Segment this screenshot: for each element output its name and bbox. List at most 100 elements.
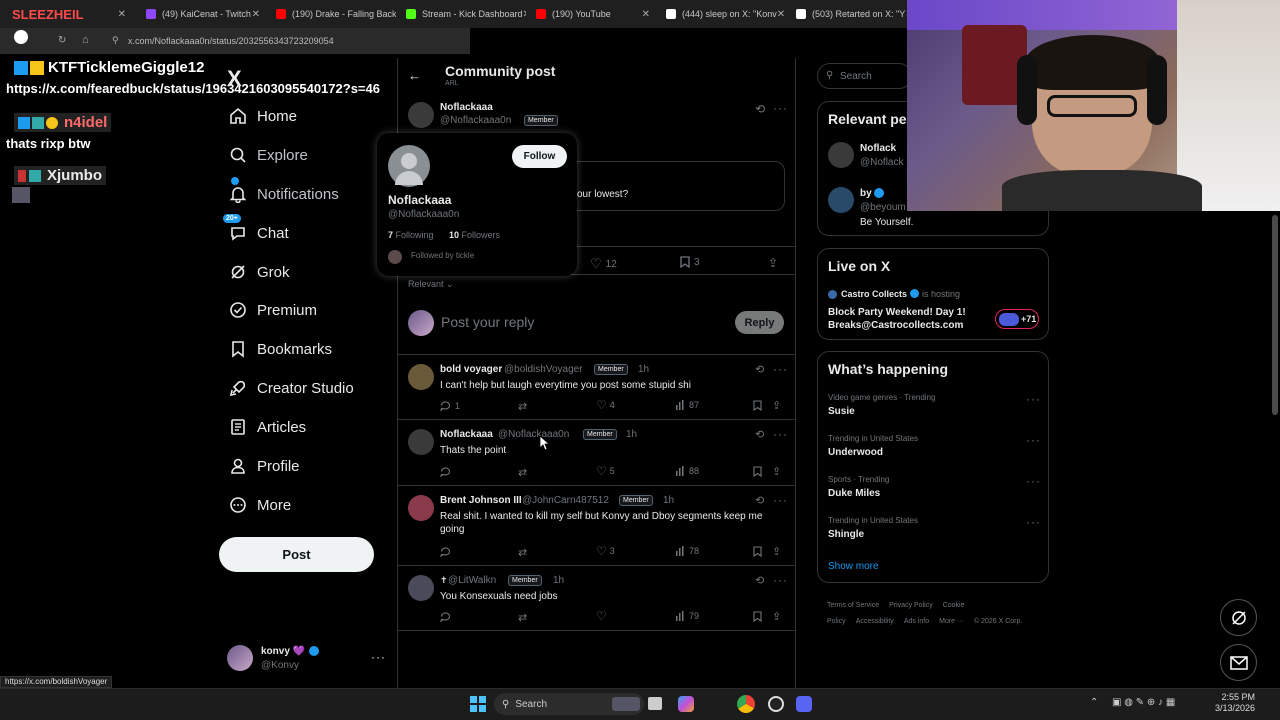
reply-views[interactable]: 88 [675, 466, 699, 476]
reply-avatar[interactable] [408, 575, 434, 601]
nav-item-bookmarks[interactable]: Bookmarks [227, 334, 332, 364]
reload-icon[interactable]: ↻ [58, 35, 66, 46]
share-icon[interactable]: ⇪ [772, 399, 781, 412]
account-more-icon[interactable]: ··· [371, 650, 386, 664]
relevant-avatar[interactable] [828, 187, 854, 213]
relevant-name[interactable]: by [860, 188, 872, 199]
live-event-title[interactable]: Block Party Weekend! Day 1! Breaks@Castr… [828, 306, 978, 332]
reply-time[interactable]: 1h [626, 429, 637, 440]
grok-icon[interactable]: ⟲ [755, 102, 765, 116]
page-scrollbar[interactable] [1272, 215, 1278, 415]
trend-more-icon[interactable]: ··· [1026, 392, 1041, 406]
reply-comment-button[interactable] [440, 611, 455, 622]
hovercard-handle[interactable]: @Noflackaaa0n [388, 209, 459, 220]
followed-by-text[interactable]: Followed by tickle [411, 251, 474, 260]
tray-apps-icon[interactable]: ▣ ◍ ✎ ⊕ ♪ ▦ [1112, 697, 1175, 708]
search-box[interactable]: ⚲ Search [817, 63, 912, 89]
windows-start-icon[interactable] [470, 696, 486, 712]
reply-more-icon[interactable]: ··· [773, 573, 788, 587]
taskbar-search[interactable]: ⚲ Search [494, 693, 644, 715]
reply-avatar[interactable] [408, 495, 434, 521]
bookmark-icon[interactable] [753, 611, 762, 622]
chrome-icon[interactable] [737, 695, 755, 713]
trend-item[interactable]: Sports · Trending Duke Miles ··· [818, 474, 1048, 512]
op-name[interactable]: Noflackaaa [440, 102, 493, 113]
account-avatar[interactable] [227, 645, 253, 671]
op-more-icon[interactable]: ··· [773, 101, 788, 115]
reply-comment-button[interactable]: 1 [440, 400, 460, 411]
browser-tab[interactable]: (190) Drake - Falling Back✕ [270, 3, 396, 25]
trend-more-icon[interactable]: ··· [1026, 515, 1041, 529]
tab-close-icon[interactable]: ✕ [777, 9, 785, 20]
reply-views[interactable]: 87 [675, 400, 699, 410]
nav-item-explore[interactable]: Explore [227, 140, 308, 170]
browser-tab[interactable]: (444) sleep on X: "Konv ✕ [660, 3, 786, 25]
file-explorer-icon[interactable] [648, 697, 662, 710]
trend-more-icon[interactable]: ··· [1026, 433, 1041, 447]
relevant-avatar[interactable] [828, 142, 854, 168]
live-listeners[interactable]: +71 [995, 309, 1039, 329]
browser-tab[interactable]: Stream - Kick Dashboard✕ [400, 3, 526, 25]
reply-item[interactable]: bold voyager @boldishVoyager Member 1h ⟲ ··· I… [398, 355, 795, 420]
home-browser-icon[interactable]: ⌂ [82, 34, 89, 46]
reply-handle[interactable]: @boldishVoyager [504, 364, 583, 375]
show-more-link[interactable]: Show more [828, 561, 879, 572]
trend-item[interactable]: Trending in United States Shingle ··· [818, 515, 1048, 553]
hovercard-avatar[interactable] [388, 145, 430, 187]
grok-icon[interactable]: ⟲ [755, 363, 764, 376]
tab-close-icon[interactable]: ✕ [523, 9, 526, 20]
address-url[interactable]: x.com/Noflackaaa0n/status/20325563437232… [128, 36, 334, 46]
post-button[interactable]: Post [219, 537, 374, 572]
share-icon[interactable]: ⇪ [768, 256, 778, 270]
grok-icon[interactable]: ⟲ [755, 574, 764, 587]
relevant-handle[interactable]: @beyoum [860, 202, 906, 213]
nav-item-notifications[interactable]: Notifications [227, 177, 339, 209]
reply-views[interactable]: 79 [675, 611, 699, 621]
relevant-handle[interactable]: @Noflack [860, 157, 904, 168]
reply-name[interactable]: Brent Johnson III [440, 495, 522, 506]
retweet-icon[interactable]: ⇄ [518, 466, 527, 479]
grok-icon[interactable]: ⟲ [755, 494, 764, 507]
reply-avatar[interactable] [408, 429, 434, 455]
site-info-icon[interactable]: ⚲ [112, 35, 119, 46]
tab-close-icon[interactable]: ✕ [252, 9, 260, 20]
reply-item[interactable]: Noflackaaa @Noflackaaa0n Member 1h ⟲ ··· Thats… [398, 420, 795, 486]
op-bookmark-button[interactable]: 3 [680, 256, 700, 268]
account-handle[interactable]: @Konvy [261, 660, 299, 671]
nav-item-articles[interactable]: Articles [227, 412, 306, 442]
follow-button[interactable]: Follow [512, 145, 567, 168]
reply-more-icon[interactable]: ··· [773, 493, 788, 507]
browser-tab[interactable]: (190) YouTube ✕ [530, 3, 656, 25]
browser-tab[interactable]: (503) Retarted on X: "Y✕ [790, 3, 916, 25]
reply-time[interactable]: 1h [638, 364, 649, 375]
nav-item-profile[interactable]: Profile [227, 451, 300, 481]
account-name[interactable]: konvy 💜 [261, 646, 305, 657]
reply-button[interactable]: Reply [735, 311, 784, 334]
reply-handle[interactable]: @Noflackaaa0n [498, 429, 569, 440]
trend-item[interactable]: Trending in United States Underwood ··· [818, 433, 1048, 471]
nav-item-chat[interactable]: 20+ Chat [223, 214, 289, 248]
sort-dropdown[interactable]: Relevant ⌄ [408, 279, 454, 290]
retweet-icon[interactable]: ⇄ [518, 611, 527, 624]
x-logo-icon[interactable]: X [227, 66, 242, 92]
nav-item-grok[interactable]: Grok [227, 257, 290, 287]
reply-name[interactable]: Noflackaaa [440, 429, 493, 440]
reply-time[interactable]: 1h [663, 495, 674, 506]
footer-link[interactable]: Privacy Policy [889, 602, 933, 609]
footer-link[interactable]: Accessibility [856, 618, 894, 625]
trend-more-icon[interactable]: ··· [1026, 474, 1041, 488]
nav-item-home[interactable]: Home [227, 101, 297, 131]
footer-link[interactable]: More ··· [939, 618, 964, 625]
hovercard-name[interactable]: Noflackaaa [388, 193, 451, 207]
reply-item[interactable]: Brent Johnson III @JohnCarn487512 Member 1h… [398, 486, 795, 566]
tab-close-icon[interactable]: ✕ [118, 9, 126, 20]
reply-more-icon[interactable]: ··· [773, 427, 788, 441]
reply-time[interactable]: 1h [553, 575, 564, 586]
back-arrow-icon[interactable]: ← [408, 68, 421, 83]
discord-icon[interactable] [796, 696, 812, 712]
footer-link[interactable]: Terms of Service [827, 602, 879, 609]
reply-more-icon[interactable]: ··· [773, 362, 788, 376]
copilot-icon[interactable] [678, 696, 694, 712]
following-count[interactable]: 7 Following [388, 230, 434, 240]
reply-comment-button[interactable] [440, 546, 455, 557]
